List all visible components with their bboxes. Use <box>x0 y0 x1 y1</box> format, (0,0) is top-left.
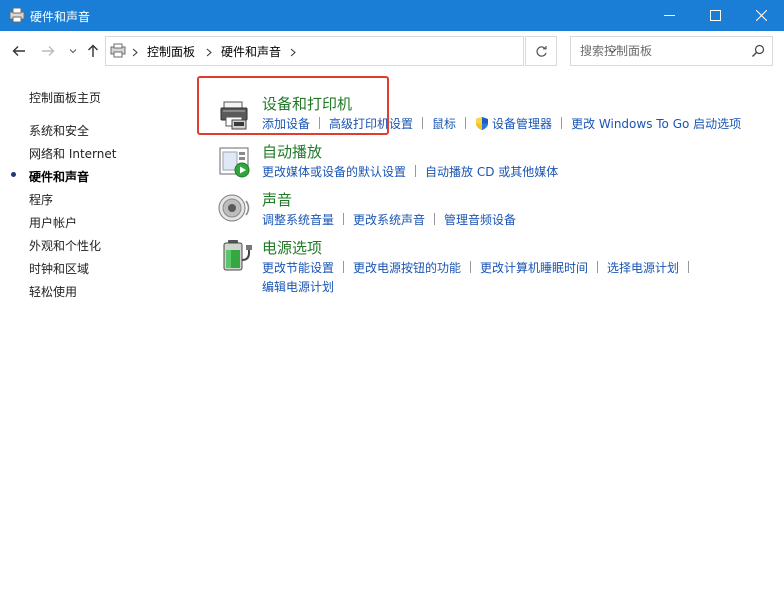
task-computer-sleep-time[interactable]: 更改计算机睡眠时间 <box>480 261 588 275</box>
task-autoplay-cd[interactable]: 自动播放 CD 或其他媒体 <box>425 165 558 179</box>
divider <box>434 213 436 225</box>
category-title-sound[interactable]: 声音 <box>262 189 292 210</box>
task-change-media-defaults[interactable]: 更改媒体或设备的默认设置 <box>262 165 406 179</box>
back-button[interactable] <box>9 41 29 61</box>
minimize-icon <box>663 15 675 16</box>
breadcrumb-separator-icon[interactable] <box>290 46 296 60</box>
power-options-tasks-row2: 编辑电源计划 <box>262 278 334 295</box>
control-panel-icon <box>110 43 126 61</box>
nav-appearance-personalization[interactable]: 外观和个性化 <box>29 237 101 254</box>
window-title: 硬件和声音 <box>30 10 91 24</box>
maximize-button[interactable] <box>692 0 738 31</box>
control-panel-icon <box>8 7 26 23</box>
refresh-icon <box>535 45 547 57</box>
title-bar: 硬件和声音 <box>0 0 784 31</box>
breadcrumb-separator-icon[interactable] <box>206 46 212 60</box>
breadcrumb-control-panel[interactable]: 控制面板 <box>147 43 195 60</box>
current-page-bullet-icon <box>11 172 16 177</box>
uac-shield-icon <box>475 116 489 134</box>
divider <box>597 261 599 273</box>
up-arrow-icon <box>88 44 98 57</box>
divider <box>561 117 563 129</box>
power-options-tasks: 更改节能设置 更改电源按钮的功能 更改计算机睡眠时间 选择电源计划 <box>262 259 698 276</box>
breadcrumb-hardware-sound[interactable]: 硬件和声音 <box>221 43 281 60</box>
divider <box>688 261 690 273</box>
nav-ease-of-access[interactable]: 轻松使用 <box>29 283 77 300</box>
autoplay-tasks: 更改媒体或设备的默认设置 自动播放 CD 或其他媒体 <box>262 163 558 180</box>
minimize-button[interactable] <box>646 0 692 31</box>
task-edit-power-plan[interactable]: 编辑电源计划 <box>262 280 334 294</box>
task-windows-to-go[interactable]: 更改 Windows To Go 启动选项 <box>571 117 741 131</box>
breadcrumb-separator-icon[interactable] <box>132 46 138 60</box>
divider <box>343 213 345 225</box>
nav-clock-region[interactable]: 时钟和区域 <box>29 260 89 277</box>
task-device-manager[interactable]: 设备管理器 <box>492 117 552 131</box>
nav-hardware-sound[interactable]: 硬件和声音 <box>29 168 89 185</box>
divider <box>470 261 472 273</box>
task-adjust-volume[interactable]: 调整系统音量 <box>262 213 334 227</box>
divider <box>415 165 417 177</box>
task-mouse[interactable]: 鼠标 <box>432 117 456 131</box>
task-change-power-saving[interactable]: 更改节能设置 <box>262 261 334 275</box>
address-bar[interactable]: 控制面板 硬件和声音 <box>105 36 616 66</box>
divider <box>343 261 345 273</box>
divider <box>422 117 424 129</box>
search-box[interactable] <box>570 36 773 66</box>
maximize-icon <box>709 10 721 21</box>
nav-user-accounts[interactable]: 用户帐户 <box>29 214 77 231</box>
search-icon[interactable] <box>751 44 765 61</box>
search-input[interactable] <box>571 37 741 65</box>
category-title-power-options[interactable]: 电源选项 <box>262 237 322 258</box>
task-power-button-function[interactable]: 更改电源按钮的功能 <box>353 261 461 275</box>
divider <box>465 117 467 129</box>
up-button[interactable] <box>83 41 103 61</box>
chevron-down-icon <box>69 49 77 54</box>
back-arrow-icon <box>12 46 25 56</box>
nav-system-security[interactable]: 系统和安全 <box>29 122 89 139</box>
battery-icon[interactable] <box>218 238 252 272</box>
nav-network-internet[interactable]: 网络和 Internet <box>29 145 116 162</box>
nav-programs[interactable]: 程序 <box>29 191 53 208</box>
nav-control-panel-home[interactable]: 控制面板主页 <box>29 89 101 106</box>
forward-arrow-icon <box>42 46 55 56</box>
speaker-icon[interactable] <box>218 191 252 225</box>
recent-locations-button[interactable] <box>63 41 83 61</box>
category-title-autoplay[interactable]: 自动播放 <box>262 141 322 162</box>
refresh-button[interactable] <box>525 36 557 66</box>
sound-tasks: 调整系统音量 更改系统声音 管理音频设备 <box>262 211 516 228</box>
task-change-system-sounds[interactable]: 更改系统声音 <box>353 213 425 227</box>
close-icon <box>755 10 767 21</box>
task-choose-power-plan[interactable]: 选择电源计划 <box>607 261 679 275</box>
highlight-box <box>197 76 389 135</box>
autoplay-icon[interactable] <box>218 145 252 179</box>
task-manage-audio-devices[interactable]: 管理音频设备 <box>444 213 516 227</box>
forward-button[interactable] <box>38 41 58 61</box>
close-button[interactable] <box>738 0 784 31</box>
